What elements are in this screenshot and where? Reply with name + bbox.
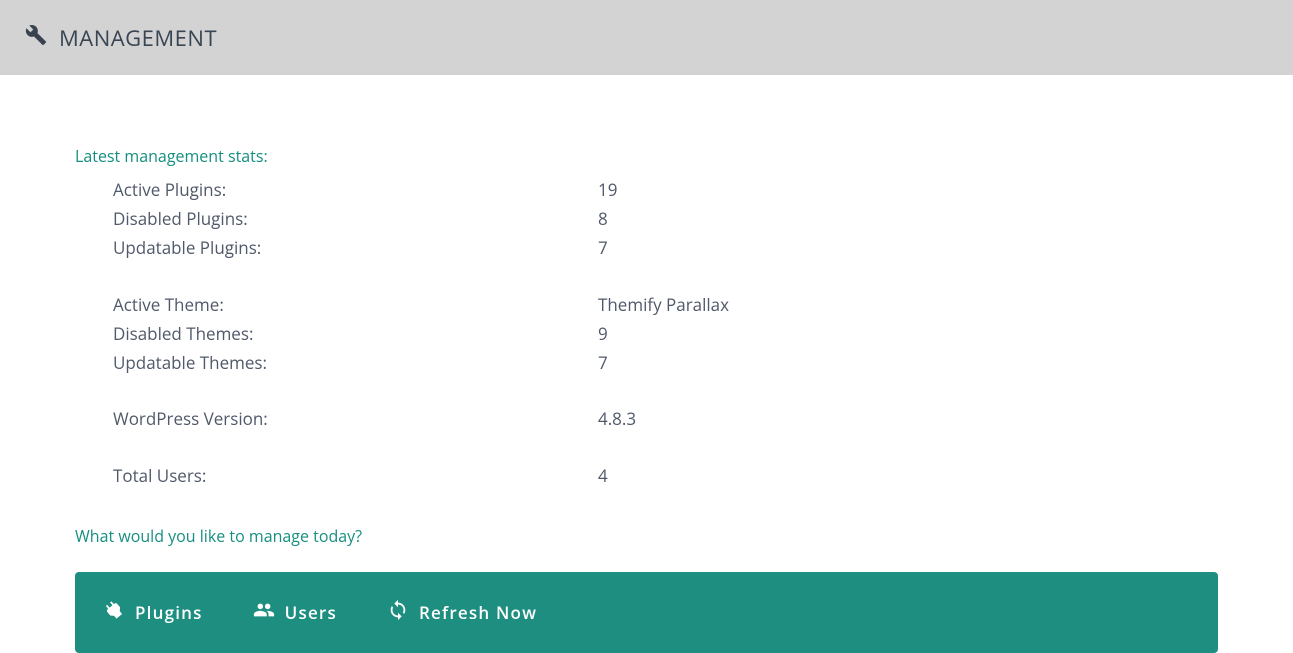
stat-row-updatable-themes: Updatable Themes: 7 (113, 348, 1218, 377)
stat-value: 9 (598, 319, 1218, 348)
stat-label: Active Plugins: (113, 175, 598, 204)
wrench-icon (25, 24, 59, 51)
stat-label: Disabled Plugins: (113, 204, 598, 233)
stat-row-active-plugins: Active Plugins: 19 (113, 175, 1218, 204)
stat-value: 7 (598, 348, 1218, 377)
stat-label: Total Users: (113, 461, 598, 490)
stat-label: Updatable Plugins: (113, 233, 598, 262)
management-header: MANAGEMENT (0, 0, 1293, 75)
stat-label: WordPress Version: (113, 404, 598, 433)
plugins-button[interactable]: Plugins (103, 599, 203, 626)
stat-value: 19 (598, 175, 1218, 204)
stat-row-disabled-plugins: Disabled Plugins: 8 (113, 204, 1218, 233)
stat-label: Updatable Themes: (113, 348, 598, 377)
stat-value: 4 (598, 461, 1218, 490)
stat-value: 8 (598, 204, 1218, 233)
stat-row-total-users: Total Users: 4 (113, 461, 1218, 490)
stat-row-updatable-plugins: Updatable Plugins: 7 (113, 233, 1218, 262)
users-button[interactable]: Users (253, 599, 337, 626)
users-icon (253, 599, 275, 626)
stat-label: Disabled Themes: (113, 319, 598, 348)
manage-prompt-label: What would you like to manage today? (75, 525, 1218, 547)
stat-row-wordpress-version: WordPress Version: 4.8.3 (113, 404, 1218, 433)
stat-row-disabled-themes: Disabled Themes: 9 (113, 319, 1218, 348)
users-label: Users (285, 601, 337, 624)
refresh-label: Refresh Now (419, 601, 537, 624)
refresh-icon (387, 599, 409, 626)
stat-row-active-theme: Active Theme: Themify Parallax (113, 290, 1218, 319)
action-bar: Plugins Users Refresh Now (75, 572, 1218, 653)
refresh-button[interactable]: Refresh Now (387, 599, 537, 626)
content-area: Latest management stats: Active Plugins:… (0, 145, 1293, 653)
stat-value: Themify Parallax (598, 290, 1218, 319)
stats-block: Active Plugins: 19 Disabled Plugins: 8 U… (75, 175, 1218, 490)
plug-icon (103, 599, 125, 626)
stat-value: 4.8.3 (598, 404, 1218, 433)
page-title: MANAGEMENT (59, 23, 217, 53)
stats-section-label: Latest management stats: (75, 145, 1218, 167)
stat-value: 7 (598, 233, 1218, 262)
plugins-label: Plugins (135, 601, 203, 624)
stat-label: Active Theme: (113, 290, 598, 319)
